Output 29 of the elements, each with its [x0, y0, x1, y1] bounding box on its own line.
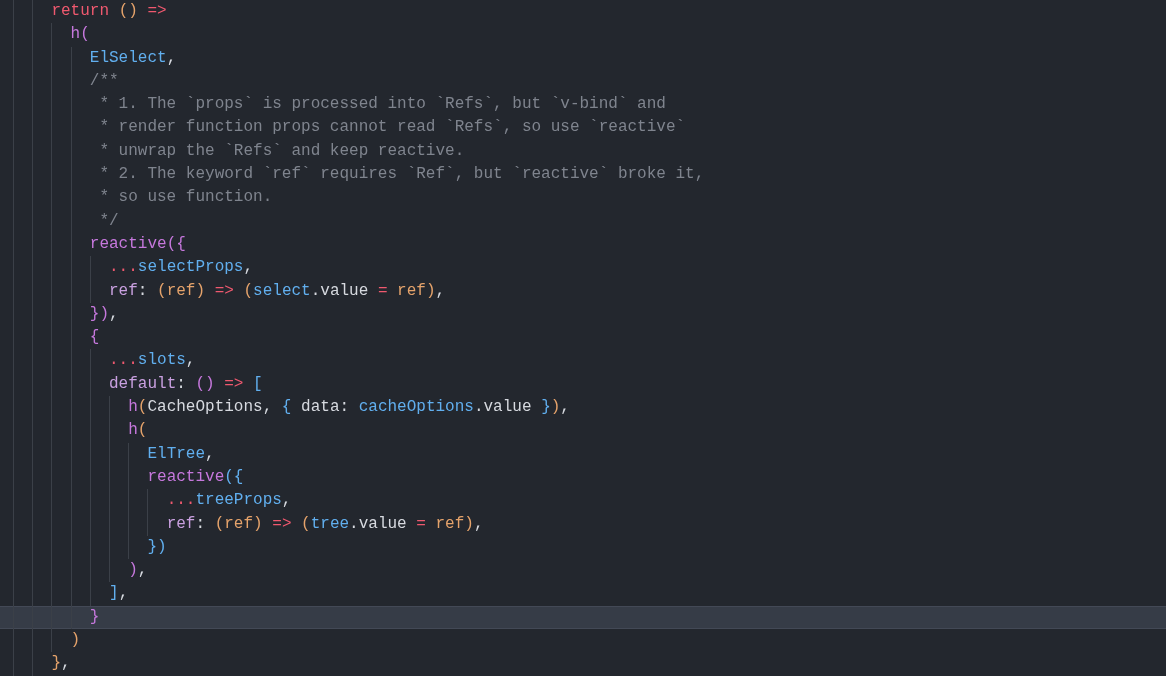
code-line: h(	[70, 24, 90, 46]
code-line: * render function props cannot read `Refs`, so use `reactive`	[99, 117, 686, 139]
code-line: h(CacheOptions, { data: cacheOptions.value }),	[128, 397, 570, 419]
code-line: ref: (ref) => (select.value = ref),	[109, 280, 446, 302]
code-line: ...selectProps,	[109, 257, 254, 279]
code-line: })	[147, 536, 167, 558]
code-line: ],	[109, 583, 129, 605]
code-line: }),	[89, 303, 119, 325]
code-line: )	[70, 630, 81, 651]
code-line: * 1. The `props` is processed into `Refs`, but `v-bind` and	[99, 94, 666, 116]
code-line: return () =>	[51, 1, 167, 22]
code-line: }	[89, 606, 100, 628]
code-line: default: () => [	[109, 373, 263, 395]
code-line: ElSelect,	[89, 47, 177, 69]
code-line: */	[99, 210, 119, 232]
code-line: ...slots,	[109, 350, 196, 372]
code-line: ElTree,	[147, 443, 215, 465]
code-line: * 2. The keyword `ref` requires `Ref`, but `reactive` broke it,	[99, 164, 705, 186]
code-line: h(	[128, 420, 148, 442]
code-line: /**	[89, 70, 119, 92]
code-line: {	[89, 327, 100, 349]
code-line: reactive({	[147, 466, 244, 488]
code-line: ref: (ref) => (tree.value = ref),	[166, 513, 484, 535]
code-line: * so use function.	[99, 187, 273, 209]
code-line: },	[51, 653, 71, 675]
code-line: ...treeProps,	[166, 490, 292, 512]
code-line: * unwrap the `Refs` and keep reactive.	[99, 140, 465, 162]
code-line: reactive({	[89, 233, 186, 255]
code-line: ),	[128, 560, 148, 582]
